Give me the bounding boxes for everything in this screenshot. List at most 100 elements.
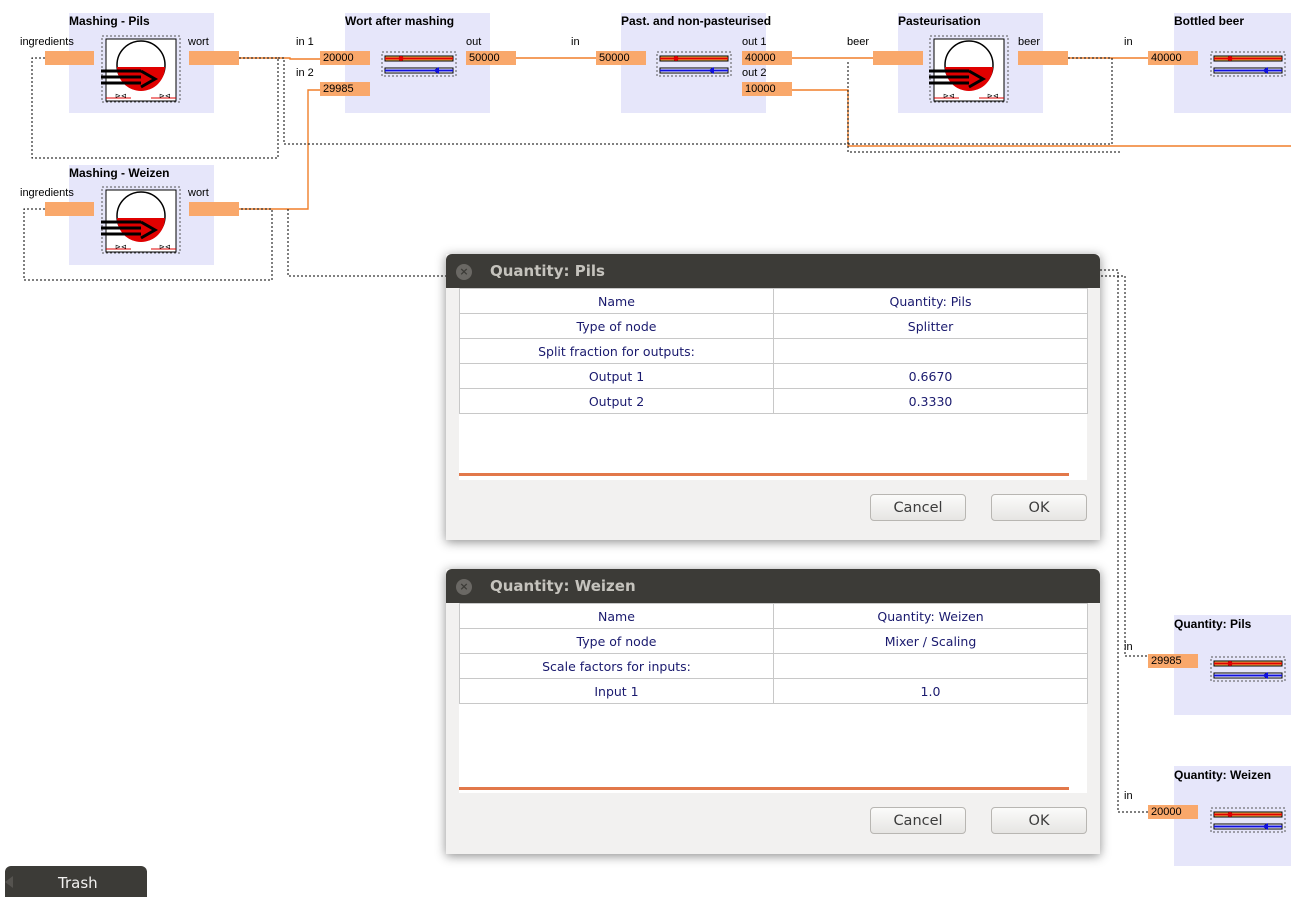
table-row[interactable]: Scale factors for inputs: xyxy=(459,653,1088,679)
property-key: Type of node xyxy=(459,313,774,339)
table-row[interactable]: Name Quantity: Weizen xyxy=(459,603,1088,629)
node-title: Bottled beer xyxy=(1174,14,1245,28)
output-port[interactable]: 50000 xyxy=(466,51,516,65)
heat-exchanger-icon xyxy=(1210,807,1286,833)
input-port-2[interactable]: 29985 xyxy=(320,82,370,96)
trash-button[interactable]: Trash xyxy=(5,866,147,897)
accent-rule xyxy=(459,787,1069,790)
table-row[interactable]: Output 1 0.6670 xyxy=(459,363,1088,389)
dialog-titlebar[interactable]: × Quantity: Weizen xyxy=(446,569,1100,603)
svg-text:⊳⊲: ⊳⊲ xyxy=(115,93,127,100)
output-port[interactable] xyxy=(189,51,239,65)
tank-icon: ⊳⊲ ⊳⊲ xyxy=(101,186,181,254)
node-title: Past. and non-pasteurised xyxy=(621,14,772,28)
port-label: in 2 xyxy=(296,67,314,79)
port-label: in xyxy=(1124,790,1133,802)
port-label: in xyxy=(1124,641,1133,653)
property-key: Name xyxy=(459,288,774,314)
property-key: Input 1 xyxy=(459,678,774,704)
property-key: Name xyxy=(459,603,774,629)
output-port-2[interactable]: 10000 xyxy=(742,82,792,96)
output-port[interactable] xyxy=(1018,51,1068,65)
cancel-button[interactable]: Cancel xyxy=(870,807,966,834)
property-value[interactable]: 1.0 xyxy=(773,678,1088,704)
table-row[interactable]: Type of node Mixer / Scaling xyxy=(459,628,1088,654)
port-label: out 1 xyxy=(742,36,767,48)
port-label: out xyxy=(466,36,482,48)
properties-table: Name Quantity: Weizen Type of node Mixer /… xyxy=(459,603,1088,704)
input-port[interactable] xyxy=(45,202,94,216)
svg-text:⊳⊲: ⊳⊲ xyxy=(115,244,127,251)
property-key: Type of node xyxy=(459,628,774,654)
flowsheet-canvas[interactable]: Mashing - Pils ingredients wort ⊳⊲ ⊳⊲ Ma… xyxy=(0,0,1291,897)
properties-table: Name Quantity: Pils Type of node Splitter … xyxy=(459,288,1088,414)
svg-text:⊳⊲: ⊳⊲ xyxy=(159,93,171,100)
properties-panel: Name Quantity: Pils Type of node Splitter … xyxy=(459,288,1088,480)
input-port[interactable] xyxy=(873,51,923,65)
tank-icon: ⊳⊲ ⊳⊲ xyxy=(929,35,1009,103)
dialog-title: Quantity: Pils xyxy=(490,262,605,280)
input-port[interactable] xyxy=(45,51,94,65)
properties-panel: Name Quantity: Weizen Type of node Mixer /… xyxy=(459,603,1088,793)
input-port[interactable]: 29985 xyxy=(1148,654,1198,668)
input-port-1[interactable]: 20000 xyxy=(320,51,370,65)
heat-exchanger-icon xyxy=(1210,656,1286,682)
port-label: wort xyxy=(188,187,209,199)
property-value[interactable]: 0.3330 xyxy=(773,388,1088,414)
property-value[interactable]: Quantity: Pils xyxy=(773,288,1088,314)
table-row[interactable]: Input 1 1.0 xyxy=(459,678,1088,704)
table-row[interactable]: Type of node Splitter xyxy=(459,313,1088,339)
output-port-1[interactable]: 40000 xyxy=(742,51,792,65)
heat-exchanger-icon xyxy=(656,51,732,77)
input-port[interactable]: 50000 xyxy=(596,51,646,65)
property-value[interactable]: Splitter xyxy=(773,313,1088,339)
ok-button[interactable]: OK xyxy=(991,494,1087,521)
node-title: Quantity: Weizen xyxy=(1174,768,1272,782)
dialog-quantity-pils: × Quantity: Pils Name Quantity: Pils Type… xyxy=(446,254,1100,540)
heat-exchanger-icon xyxy=(381,51,457,77)
property-value[interactable]: Quantity: Weizen xyxy=(773,603,1088,629)
signal-weizen-qty xyxy=(1100,269,1148,813)
close-icon[interactable]: × xyxy=(456,579,472,595)
table-row[interactable]: Split fraction for outputs: xyxy=(459,338,1088,364)
trash-label: Trash xyxy=(58,874,98,892)
port-label: beer xyxy=(847,36,870,48)
port-label: in 1 xyxy=(296,36,314,48)
port-label: ingredients xyxy=(20,36,74,48)
port-label: ingredients xyxy=(20,187,74,199)
port-label: out 2 xyxy=(742,67,767,79)
dialog-quantity-weizen: × Quantity: Weizen Name Quantity: Weizen … xyxy=(446,569,1100,854)
stream-wort-weizen xyxy=(238,89,320,210)
node-title: Mashing - Weizen xyxy=(69,166,170,180)
node-title: Wort after mashing xyxy=(345,14,455,28)
ok-button[interactable]: OK xyxy=(991,807,1087,834)
cancel-button[interactable]: Cancel xyxy=(870,494,966,521)
property-key: Output 1 xyxy=(459,363,774,389)
node-title: Mashing - Pils xyxy=(69,14,150,28)
accent-rule xyxy=(459,473,1069,476)
property-value[interactable] xyxy=(773,653,1088,679)
port-label: beer xyxy=(1018,36,1041,48)
table-row[interactable]: Output 2 0.3330 xyxy=(459,388,1088,414)
tank-icon: ⊳⊲ ⊳⊲ xyxy=(101,35,181,103)
input-port[interactable]: 40000 xyxy=(1148,51,1198,65)
dialog-titlebar[interactable]: × Quantity: Pils xyxy=(446,254,1100,288)
property-value[interactable] xyxy=(773,338,1088,364)
node-title: Pasteurisation xyxy=(898,14,981,28)
svg-text:⊳⊲: ⊳⊲ xyxy=(943,93,955,100)
node-title: Quantity: Pils xyxy=(1174,617,1252,631)
property-key: Output 2 xyxy=(459,388,774,414)
property-key: Split fraction for outputs: xyxy=(459,338,774,364)
port-label: in xyxy=(1124,36,1133,48)
property-value[interactable]: 0.6670 xyxy=(773,363,1088,389)
property-key: Scale factors for inputs: xyxy=(459,653,774,679)
dialog-title: Quantity: Weizen xyxy=(490,577,636,595)
svg-text:⊳⊲: ⊳⊲ xyxy=(987,93,999,100)
port-label: in xyxy=(571,36,580,48)
close-icon[interactable]: × xyxy=(456,264,472,280)
input-port[interactable]: 20000 xyxy=(1148,805,1198,819)
output-port[interactable] xyxy=(189,202,239,216)
port-label: wort xyxy=(188,36,209,48)
table-row[interactable]: Name Quantity: Pils xyxy=(459,288,1088,314)
property-value[interactable]: Mixer / Scaling xyxy=(773,628,1088,654)
